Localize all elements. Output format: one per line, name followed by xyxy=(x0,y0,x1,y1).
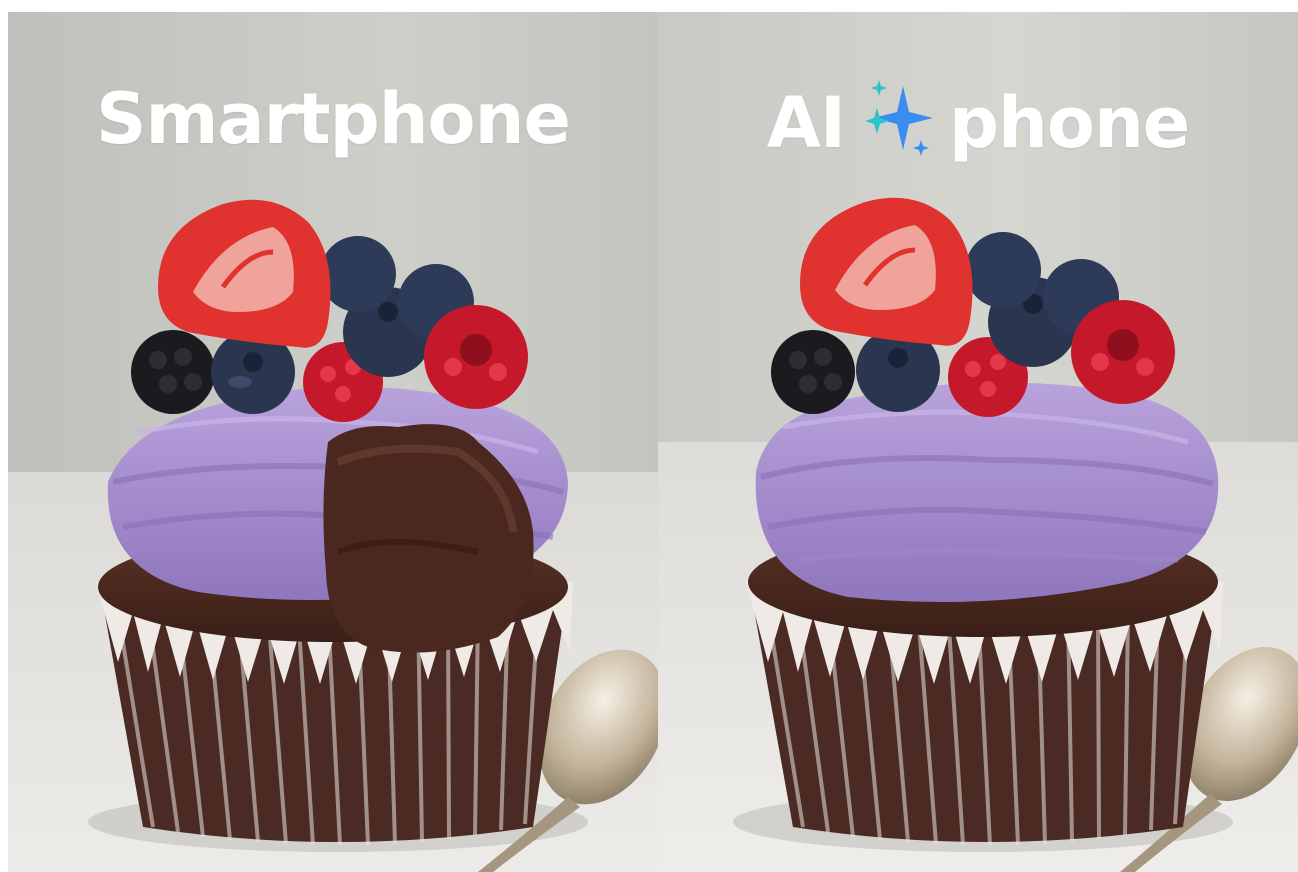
smartphone-headline: Smartphone xyxy=(96,78,571,160)
smartphone-photo-panel: Smartphone xyxy=(8,12,658,872)
ai-phone-photo-panel: AI phone xyxy=(658,12,1298,872)
comparison-image: Smartphone AI phone xyxy=(0,0,1298,872)
ai-phone-headline: AI phone xyxy=(658,80,1298,164)
ai-sparkle-icon xyxy=(857,78,937,162)
headline-ai-text: AI xyxy=(766,82,846,164)
headline-phone-text: phone xyxy=(948,82,1190,164)
